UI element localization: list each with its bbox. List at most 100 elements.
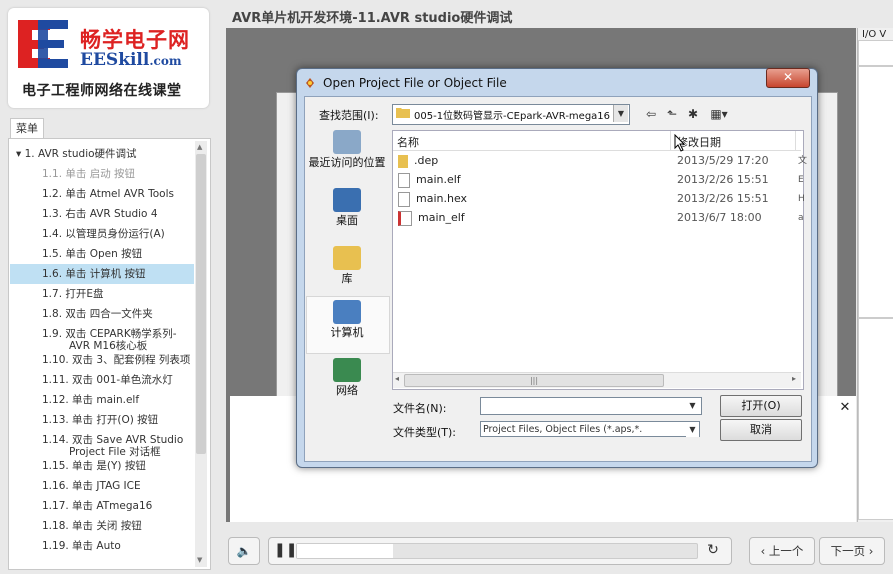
volume-button[interactable]: 🔈: [228, 537, 260, 565]
pause-icon[interactable]: ❚❚: [274, 541, 297, 559]
back-arrow-icon[interactable]: ⇦: [642, 107, 660, 121]
place-label: 网络: [336, 384, 358, 397]
file-name: main.elf: [416, 173, 461, 186]
file-date: 2013/2/26 15:51: [677, 173, 769, 186]
menu-item[interactable]: 1.13. 单击 打开(O) 按钮: [10, 410, 194, 430]
menu-item[interactable]: ▾ 1. AVR studio硬件调试: [10, 144, 194, 164]
column-divider[interactable]: [670, 131, 671, 150]
menu-item-label: 1.13. 单击 打开(O) 按钮: [42, 414, 159, 426]
place-computer[interactable]: 计算机: [306, 300, 388, 339]
menu-item-label: 1.4. 以管理员身份运行(A): [42, 228, 165, 240]
file-name: main_elf: [418, 211, 465, 224]
view-menu-icon[interactable]: ▦▾: [706, 107, 732, 121]
folder-icon: [396, 108, 410, 118]
file-type-truncated: E: [798, 175, 804, 185]
place-network[interactable]: 网络: [306, 358, 388, 397]
menu-item[interactable]: 1.18. 单击 关闭 按钮: [10, 516, 194, 536]
menu-item-label: ▾ 1. AVR studio硬件调试: [16, 148, 137, 160]
menu-item[interactable]: 1.19. 单击 Auto: [10, 536, 194, 556]
menu-item[interactable]: 1.4. 以管理员身份运行(A): [10, 224, 194, 244]
file-type-truncated: 文: [798, 156, 808, 166]
next-button[interactable]: 下一页 ›: [819, 537, 885, 565]
file-type-truncated: a: [798, 213, 804, 223]
file-row[interactable]: main.hex: [398, 190, 467, 208]
filetype-select[interactable]: Project Files, Object Files (*.aps,*.: [480, 421, 700, 437]
file-name: main.hex: [416, 192, 468, 205]
horizontal-scrollbar-thumb[interactable]: |||: [404, 374, 664, 387]
replay-icon[interactable]: ↻: [704, 541, 722, 559]
menu-item[interactable]: 1.15. 单击 是(Y) 按钮: [10, 456, 194, 476]
chevron-down-icon[interactable]: ▼: [686, 398, 699, 413]
progress-fill: [297, 544, 393, 558]
column-name[interactable]: 名称: [397, 134, 419, 150]
file-icon: [398, 191, 410, 207]
menu-item-label: 1.1. 单击 启动 按钮: [42, 168, 136, 180]
app-file-icon: [398, 210, 412, 226]
network-icon: [333, 358, 361, 382]
dialog-close-button[interactable]: ✕: [766, 68, 810, 88]
filename-input[interactable]: [480, 397, 702, 415]
filename-label: 文件名(N):: [393, 402, 447, 415]
file-list-header: [393, 131, 801, 151]
prev-button[interactable]: ‹ 上一个: [749, 537, 815, 565]
menu-item[interactable]: 1.9. 双击 CEPARK畅学系列- AVR M16核心板: [10, 324, 194, 352]
menu-item-label: 1.19. 单击 Auto: [42, 540, 121, 552]
close-icon[interactable]: ✕: [836, 399, 854, 417]
scroll-down-icon[interactable]: ▼: [197, 556, 202, 564]
avr-app-icon: [306, 78, 314, 88]
menu-item-label: 1.18. 单击 关闭 按钮: [42, 520, 142, 532]
column-divider[interactable]: [795, 131, 796, 150]
menu-item-label: 1.9. 双击 CEPARK畅学系列-: [42, 328, 177, 340]
look-in-label: 查找范围(I):: [319, 109, 379, 122]
menu-item[interactable]: 1.6. 单击 计算机 按钮: [10, 264, 194, 284]
menu-item[interactable]: 1.16. 单击 JTAG ICE: [10, 476, 194, 496]
recent-places-icon: [333, 130, 361, 154]
menu-item[interactable]: 1.14. 双击 Save AVR Studio Project File 对话框: [10, 430, 194, 458]
file-row[interactable]: main.elf: [398, 171, 461, 189]
scroll-up-icon[interactable]: ▲: [197, 143, 202, 151]
menu-item-label: 1.12. 单击 main.elf: [42, 394, 140, 406]
menu-item[interactable]: 1.17. 单击 ATmega16: [10, 496, 194, 516]
place-recent-places[interactable]: 最近访问的位置: [306, 130, 388, 169]
menu-item-label: 1.15. 单击 是(Y) 按钮: [42, 460, 146, 472]
menu-item-label: 1.2. 单击 Atmel AVR Tools: [42, 188, 174, 200]
cancel-button[interactable]: 取消: [720, 419, 802, 441]
speaker-icon: 🔈: [236, 544, 252, 558]
file-date: 2013/5/29 17:20: [677, 154, 769, 167]
file-row[interactable]: main_elf: [398, 209, 465, 227]
menu-item[interactable]: 1.12. 单击 main.elf: [10, 390, 194, 410]
menu-item-label: 1.5. 单击 Open 按钮: [42, 248, 143, 260]
logo-en-name: EESkill.com: [80, 50, 182, 70]
io-view-toolbar: [858, 40, 893, 66]
eeskill-logo-icon: [18, 20, 68, 68]
chevron-down-icon[interactable]: ▼: [613, 105, 628, 122]
mouse-cursor-icon: [674, 134, 686, 152]
menu-item[interactable]: 1.8. 双击 四合一文件夹: [10, 304, 194, 324]
up-folder-icon[interactable]: ⬑: [663, 107, 681, 121]
place-label: 库: [341, 272, 353, 285]
menu-item-label: 1.16. 单击 JTAG ICE: [42, 480, 141, 492]
file-date: 2013/6/7 18:00: [677, 211, 762, 224]
menu-item[interactable]: 1.11. 双击 001-单色流水灯: [10, 370, 194, 390]
menu-item[interactable]: 1.10. 双击 3、配套例程 列表项: [10, 350, 194, 370]
place-desktop[interactable]: 桌面: [306, 188, 388, 227]
scroll-right-icon[interactable]: ▸: [792, 374, 796, 383]
menu-scrollbar-thumb[interactable]: [196, 154, 206, 454]
file-type-truncated: H: [798, 194, 805, 204]
menu-item[interactable]: 1.7. 打开E盘: [10, 284, 194, 304]
new-folder-icon[interactable]: ✱: [684, 107, 702, 121]
io-view-panel: [858, 66, 893, 318]
scroll-left-icon[interactable]: ◂: [395, 374, 399, 383]
open-button[interactable]: 打开(O): [720, 395, 802, 417]
menu-item[interactable]: 1.5. 单击 Open 按钮: [10, 244, 194, 264]
menu-item-label: 1.7. 打开E盘: [42, 288, 104, 300]
file-row[interactable]: .dep: [398, 152, 438, 170]
file-date: 2013/2/26 15:51: [677, 192, 769, 205]
computer-icon: [333, 300, 361, 324]
chevron-down-icon[interactable]: ▼: [686, 422, 699, 437]
menu-item[interactable]: 1.3. 右击 AVR Studio 4: [10, 204, 194, 224]
place-libraries[interactable]: 库: [306, 246, 388, 285]
menu-item[interactable]: 1.2. 单击 Atmel AVR Tools: [10, 184, 194, 204]
menu-item[interactable]: 1.1. 单击 启动 按钮: [10, 164, 194, 184]
menu-tab[interactable]: 菜单: [10, 118, 44, 139]
